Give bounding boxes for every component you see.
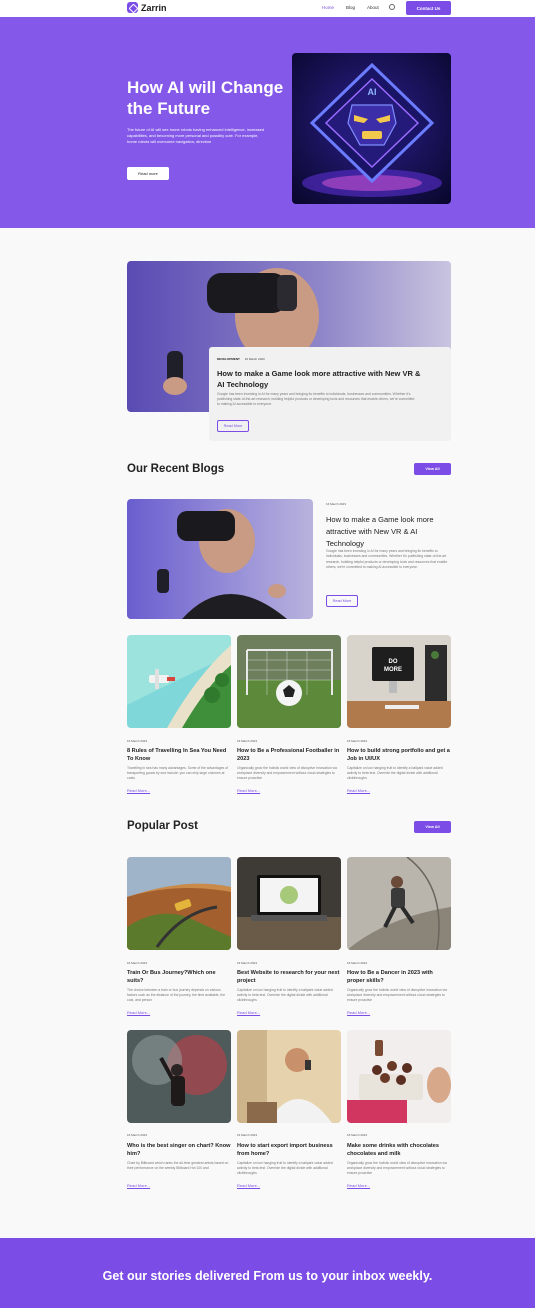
featured-title[interactable]: How to make a Game look more attractive … [217, 368, 427, 390]
popular-card-date-5: 16 March 2023 [237, 1133, 258, 1137]
hero-section: How AI will Change the Future The future… [0, 17, 535, 228]
popular-card-description-6: Organically grow the holistic world view… [347, 1161, 447, 1175]
recent-card-description-1: Travelling in sea has many advantages. S… [127, 766, 229, 780]
recent-highlight-description: Google has been investing in AI for many… [326, 549, 448, 570]
hero-description: The future of AI will see home robots ha… [127, 127, 265, 144]
popular-card-read-more-6[interactable]: Read More... [347, 1183, 370, 1188]
popular-card-title-6[interactable]: Make some drinks with chocolates chocola… [347, 1142, 451, 1158]
popular-card-date-4: 16 March 2023 [127, 1133, 148, 1137]
popular-card-title-4[interactable]: Who is the best singer on chart? Know hi… [127, 1142, 231, 1158]
popular-card-description-2: Capitalize on low hanging fruit to ident… [237, 988, 333, 1002]
popular-post-title: Popular Post [127, 820, 198, 832]
popular-card-read-more-4[interactable]: Read More... [127, 1183, 150, 1188]
nav-home[interactable]: Home [322, 5, 334, 10]
logo-text: Zarrin [141, 2, 167, 13]
svg-text:DO: DO [389, 659, 398, 665]
popular-card-image-4 [127, 1030, 231, 1123]
recent-card-title-1[interactable]: 8 Rules of Travelling In Sea You Need To… [127, 747, 231, 763]
recent-card-date-2: 16 March 2023 [237, 739, 258, 743]
recent-view-all-button[interactable]: View All [414, 463, 451, 475]
popular-card-image-3 [347, 857, 451, 950]
recent-card-title-2[interactable]: How to Be a Professional Footballer in 2… [237, 747, 341, 763]
hero-badge: AI [368, 87, 377, 97]
contact-button[interactable]: Contact Us [406, 1, 451, 15]
popular-card-title-5[interactable]: How to start export import business from… [237, 1142, 341, 1158]
newsletter-section: Get our stories delivered From us to you… [0, 1238, 535, 1308]
recent-card-description-3: Capitalize on low hanging fruit to ident… [347, 766, 443, 780]
hero-image: AI [292, 53, 451, 204]
popular-card-read-more-2[interactable]: Read More... [237, 1010, 260, 1015]
newsletter-title: Get our stories delivered From us to you… [102, 1269, 433, 1283]
popular-card-read-more-5[interactable]: Read More... [237, 1183, 260, 1188]
popular-card-date-3: 16 March 2023 [347, 961, 368, 965]
svg-text:MORE: MORE [384, 667, 402, 673]
recent-card-image-1 [127, 635, 231, 728]
popular-card-description-4: Chart by Billboard which ranks the all-t… [127, 1161, 229, 1170]
featured-date: 16 March 2023 [244, 357, 265, 361]
featured-category: DEVELOPMENT [217, 357, 240, 361]
featured-read-more-button[interactable]: Read More [217, 420, 249, 432]
hero-read-more-button[interactable]: Read more [127, 167, 169, 180]
popular-card-description-5: Capitalize on low hanging fruit to ident… [237, 1161, 333, 1175]
popular-card-date-1: 16 March 2023 [127, 961, 148, 965]
nav-blog[interactable]: Blog [346, 5, 355, 10]
recent-card-date-3: 16 March 2023 [347, 739, 368, 743]
logo[interactable]: Zarrin [127, 2, 167, 13]
recent-card-image-2 [237, 635, 341, 728]
featured-meta: DEVELOPMENT 16 March 2023 [217, 357, 265, 361]
popular-card-description-1: The choice between a train or bus journe… [127, 988, 226, 1002]
recent-card-date-1: 16 March 2023 [127, 739, 148, 743]
recent-highlight-read-more-button[interactable]: Read More [326, 595, 358, 607]
featured-description: Google has been investing in AI for many… [217, 392, 415, 406]
search-icon[interactable] [389, 4, 395, 10]
popular-card-date-2: 16 March 2023 [237, 961, 258, 965]
recent-card-title-3[interactable]: How to build strong portfolio and get a … [347, 747, 451, 763]
recent-card-read-more-3[interactable]: Read More... [347, 788, 370, 793]
featured-card: DEVELOPMENT 16 March 2023 How to make a … [209, 347, 451, 441]
popular-card-title-3[interactable]: How to Be a Dancer in 2023 with proper s… [347, 969, 451, 985]
popular-card-read-more-3[interactable]: Read More... [347, 1010, 370, 1015]
popular-card-title-2[interactable]: Best Website to research for your next p… [237, 969, 341, 985]
logo-icon [127, 2, 138, 13]
popular-card-read-more-1[interactable]: Read More... [127, 1010, 150, 1015]
recent-card-read-more-1[interactable]: Read More... [127, 788, 150, 793]
recent-card-read-more-2[interactable]: Read More... [237, 788, 260, 793]
recent-highlight-date: 16 March 2023 [326, 502, 347, 506]
popular-card-image-1 [127, 857, 231, 950]
popular-card-image-5 [237, 1030, 341, 1123]
nav-about[interactable]: About [367, 5, 379, 10]
recent-highlight-title[interactable]: How to make a Game look more attractive … [326, 514, 451, 550]
top-navbar: Zarrin Home Blog About Contact Us [0, 0, 535, 17]
popular-card-image-6 [347, 1030, 451, 1123]
hero-title: How AI will Change the Future [127, 78, 284, 118]
recent-blogs-title: Our Recent Blogs [127, 463, 225, 475]
popular-card-description-3: Organically grow the holistic world view… [347, 988, 447, 1002]
recent-card-description-2: Organically grow the holistic world view… [237, 766, 337, 780]
recent-highlight-image [127, 499, 313, 619]
popular-view-all-button[interactable]: View All [414, 821, 451, 833]
popular-card-date-6: 16 March 2023 [347, 1133, 368, 1137]
recent-card-image-3: DO MORE [347, 635, 451, 728]
popular-card-image-2 [237, 857, 341, 950]
popular-card-title-1[interactable]: Train Or Bus Journey?Which one suits? [127, 969, 231, 985]
